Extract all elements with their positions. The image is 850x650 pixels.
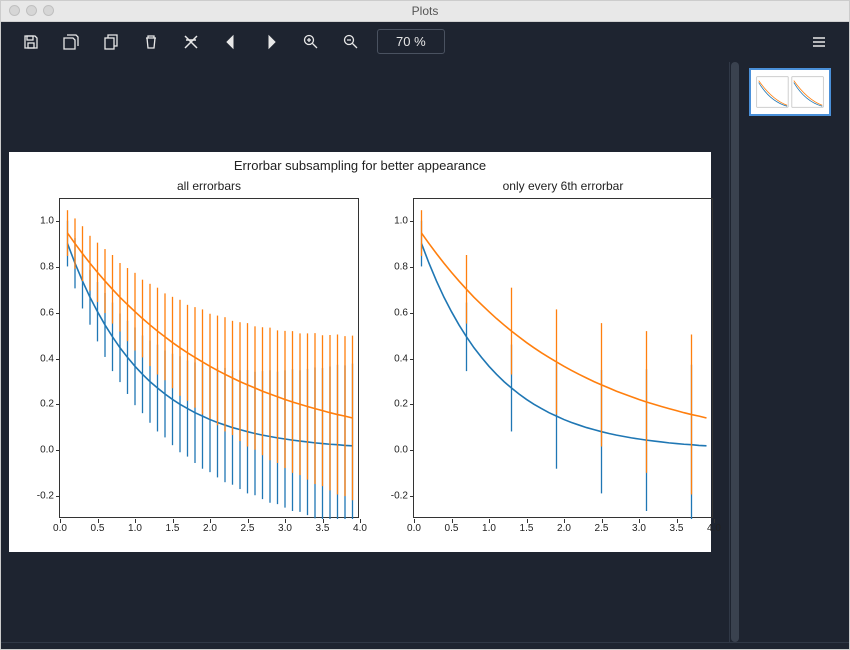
x-tick-label: 0.5 bbox=[91, 523, 105, 534]
zoom-in-icon bbox=[303, 34, 319, 50]
menu-button[interactable] bbox=[799, 22, 839, 62]
x-tick-label: 0.5 bbox=[445, 523, 459, 534]
y-tick-label: 0.6 bbox=[378, 307, 408, 318]
thumbnails-pane bbox=[739, 62, 849, 642]
maximize-window-icon[interactable] bbox=[43, 5, 54, 16]
y-tick-label: 1.0 bbox=[24, 216, 54, 227]
save-button[interactable] bbox=[11, 22, 51, 62]
figure: Errorbar subsampling for better appearan… bbox=[9, 152, 711, 552]
save-icon bbox=[23, 34, 39, 50]
delete-all-icon bbox=[183, 34, 199, 50]
prev-button[interactable] bbox=[211, 22, 251, 62]
copy-icon bbox=[103, 34, 119, 50]
close-window-icon[interactable] bbox=[9, 5, 20, 16]
zoom-in-button[interactable] bbox=[291, 22, 331, 62]
hamburger-icon bbox=[811, 34, 827, 50]
subplot-right-title: only every 6th errorbar bbox=[414, 179, 712, 193]
x-tick-label: 1.5 bbox=[166, 523, 180, 534]
minimize-window-icon[interactable] bbox=[26, 5, 37, 16]
y-tick-label: 0.4 bbox=[378, 353, 408, 364]
y-tick-label: 0.2 bbox=[24, 399, 54, 410]
titlebar: Plots bbox=[1, 1, 849, 22]
y-tick-label: -0.2 bbox=[24, 490, 54, 501]
window-controls bbox=[9, 5, 54, 16]
horizontal-scrollbar[interactable] bbox=[1, 642, 849, 650]
delete-button[interactable] bbox=[131, 22, 171, 62]
y-tick-label: 0.6 bbox=[24, 307, 54, 318]
y-tick-label: 0.0 bbox=[24, 444, 54, 455]
delete-all-button[interactable] bbox=[171, 22, 211, 62]
subplot-left-title: all errorbars bbox=[60, 179, 358, 193]
y-tick-label: 1.0 bbox=[378, 216, 408, 227]
x-tick-label: 2.0 bbox=[203, 523, 217, 534]
y-tick-label: 0.8 bbox=[24, 262, 54, 273]
copy-button[interactable] bbox=[91, 22, 131, 62]
x-tick-label: 4.0 bbox=[707, 523, 721, 534]
x-tick-label: 3.5 bbox=[670, 523, 684, 534]
arrow-right-icon bbox=[263, 34, 279, 50]
plots-window: Plots 70 % bbox=[0, 0, 850, 650]
x-tick-label: 1.0 bbox=[128, 523, 142, 534]
x-tick-label: 4.0 bbox=[353, 523, 367, 534]
thumbnail-1[interactable] bbox=[749, 68, 831, 116]
y-tick-label: -0.2 bbox=[378, 490, 408, 501]
subplot-left: all errorbars -0.20.00.20.40.60.81.00.00… bbox=[59, 198, 359, 518]
y-tick-label: 0.4 bbox=[24, 353, 54, 364]
next-button[interactable] bbox=[251, 22, 291, 62]
x-tick-label: 0.0 bbox=[53, 523, 67, 534]
subplot-right: only every 6th errorbar -0.20.00.20.40.6… bbox=[413, 198, 713, 518]
x-tick-label: 2.5 bbox=[595, 523, 609, 534]
subplot-left-svg bbox=[60, 199, 360, 519]
x-tick-label: 1.5 bbox=[520, 523, 534, 534]
trash-icon bbox=[143, 34, 159, 50]
save-all-icon bbox=[63, 34, 79, 50]
y-tick-label: 0.8 bbox=[378, 262, 408, 273]
scrollbar-thumb[interactable] bbox=[731, 62, 739, 642]
x-tick-label: 2.5 bbox=[241, 523, 255, 534]
figure-suptitle: Errorbar subsampling for better appearan… bbox=[9, 158, 711, 173]
x-tick-label: 3.0 bbox=[632, 523, 646, 534]
thumbnail-svg bbox=[753, 72, 827, 112]
zoom-out-icon bbox=[343, 34, 359, 50]
x-tick-label: 0.0 bbox=[407, 523, 421, 534]
arrow-left-icon bbox=[223, 34, 239, 50]
toolbar: 70 % bbox=[1, 22, 849, 62]
plot-viewport[interactable]: Errorbar subsampling for better appearan… bbox=[1, 62, 729, 642]
zoom-out-button[interactable] bbox=[331, 22, 371, 62]
y-tick-label: 0.0 bbox=[378, 444, 408, 455]
subplot-right-svg bbox=[414, 199, 714, 519]
content: Errorbar subsampling for better appearan… bbox=[1, 62, 849, 642]
zoom-level[interactable]: 70 % bbox=[377, 29, 445, 54]
vertical-scrollbar[interactable] bbox=[729, 62, 739, 642]
y-tick-label: 0.2 bbox=[378, 399, 408, 410]
save-all-button[interactable] bbox=[51, 22, 91, 62]
window-title: Plots bbox=[1, 4, 849, 18]
x-tick-label: 2.0 bbox=[557, 523, 571, 534]
x-tick-label: 3.5 bbox=[316, 523, 330, 534]
x-tick-label: 1.0 bbox=[482, 523, 496, 534]
series-line-orange bbox=[422, 233, 707, 418]
series-line-blue bbox=[422, 243, 707, 445]
x-tick-label: 3.0 bbox=[278, 523, 292, 534]
